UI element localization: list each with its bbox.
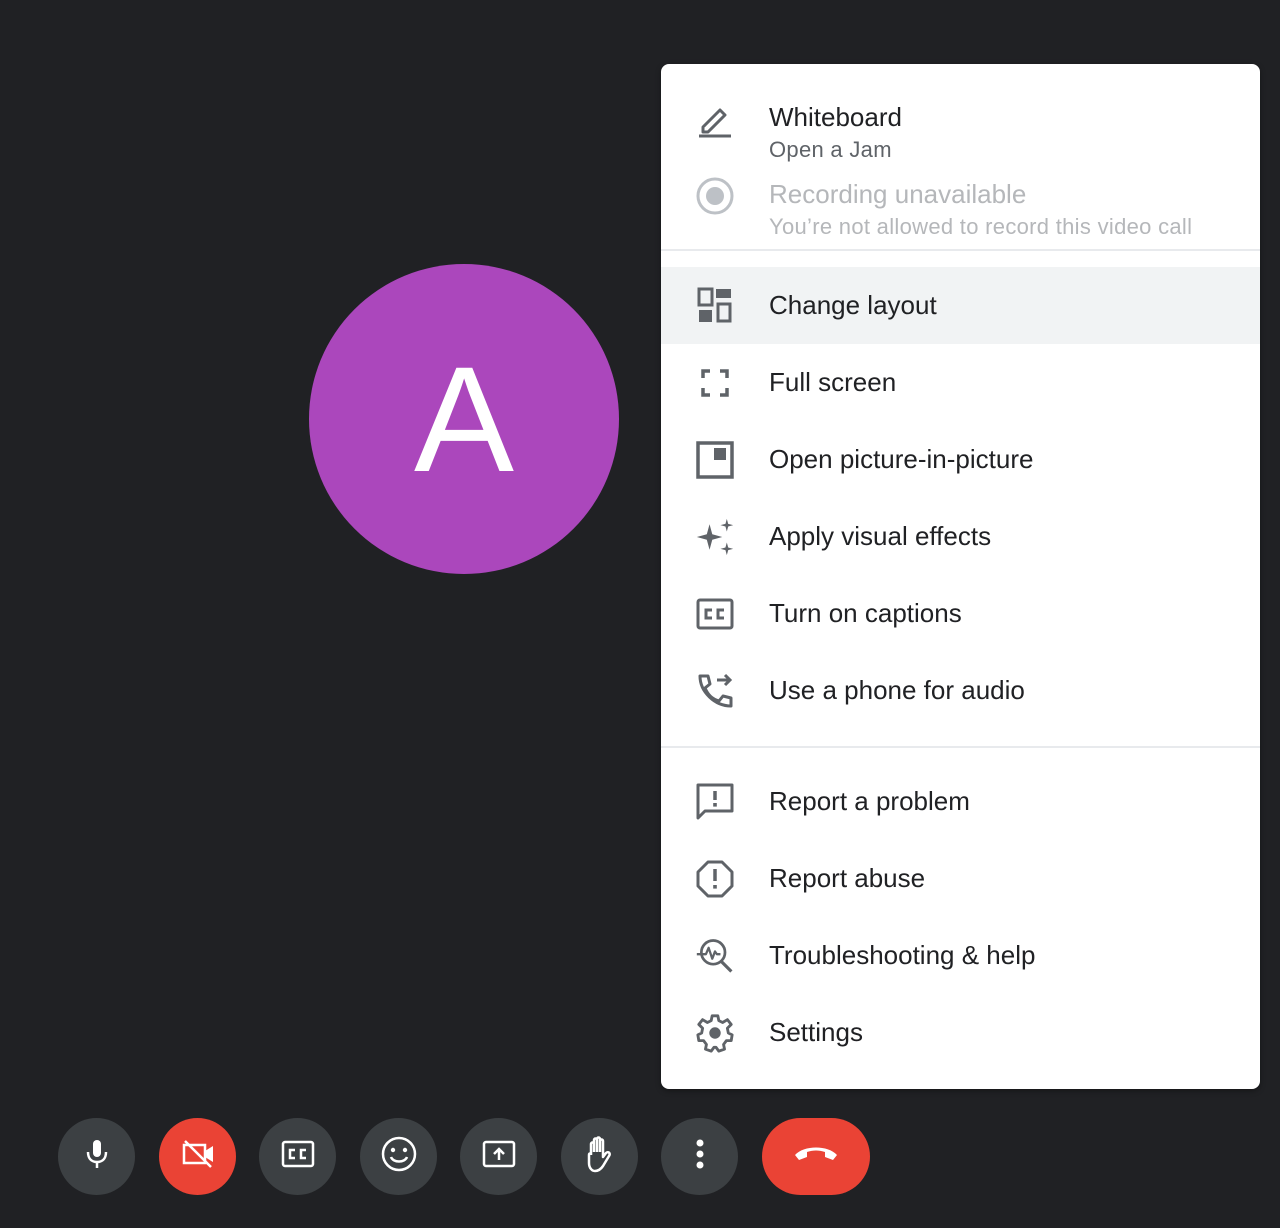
picture-in-picture-icon <box>695 440 735 480</box>
microphone-button[interactable] <box>58 1118 135 1195</box>
hand-icon <box>581 1135 619 1178</box>
present-screen-button[interactable] <box>460 1118 537 1195</box>
pen-icon <box>695 99 735 139</box>
report-icon <box>695 859 735 899</box>
gear-icon <box>695 1013 735 1053</box>
menu-item-whiteboard[interactable]: Whiteboard Open a Jam <box>661 80 1260 162</box>
raise-hand-button[interactable] <box>561 1118 638 1195</box>
menu-item-label: Apply visual effects <box>769 521 992 551</box>
meeting-stage: A Whiteboard Open a Jam Recording unavai <box>0 0 1280 1228</box>
feedback-icon <box>695 782 735 822</box>
mic-icon <box>80 1137 114 1176</box>
menu-item-visual-effects[interactable]: Apply visual effects <box>661 498 1260 575</box>
leave-call-button[interactable] <box>762 1118 870 1195</box>
menu-item-label: Change layout <box>769 290 937 320</box>
menu-item-picture-in-picture[interactable]: Open picture-in-picture <box>661 421 1260 498</box>
captions-button[interactable] <box>259 1118 336 1195</box>
troubleshoot-icon <box>695 936 735 976</box>
emoji-icon <box>380 1135 418 1178</box>
menu-item-captions[interactable]: Turn on captions <box>661 575 1260 652</box>
camera-off-icon <box>180 1136 216 1177</box>
menu-item-label: Report abuse <box>769 863 926 893</box>
more-options-button[interactable] <box>661 1118 738 1195</box>
menu-item-label: Full screen <box>769 367 897 397</box>
recording-title: Recording unavailable <box>769 179 1027 209</box>
captions-icon <box>280 1136 316 1177</box>
menu-item-label: Open picture-in-picture <box>769 444 1034 474</box>
participant-avatar: A <box>309 264 619 574</box>
whiteboard-title: Whiteboard <box>769 102 902 132</box>
present-screen-icon <box>481 1136 517 1177</box>
menu-item-label: Troubleshooting & help <box>769 940 1036 970</box>
record-icon <box>695 176 735 216</box>
phone-forward-icon <box>695 671 735 711</box>
more-options-menu: Whiteboard Open a Jam Recording unavaila… <box>661 64 1260 1089</box>
avatar-initial: A <box>413 335 515 503</box>
menu-item-report-problem[interactable]: Report a problem <box>661 763 1260 840</box>
menu-item-settings[interactable]: Settings <box>661 994 1260 1071</box>
camera-toggle-button[interactable] <box>159 1118 236 1195</box>
layout-icon <box>695 286 735 326</box>
menu-item-label: Settings <box>769 1017 863 1047</box>
menu-item-change-layout[interactable]: Change layout <box>661 267 1260 344</box>
fullscreen-icon <box>695 363 735 403</box>
captions-icon <box>695 594 735 634</box>
hangup-icon <box>792 1142 840 1171</box>
menu-item-label: Use a phone for audio <box>769 675 1025 705</box>
menu-item-report-abuse[interactable]: Report abuse <box>661 840 1260 917</box>
menu-divider <box>661 249 1260 251</box>
sparkle-icon <box>695 517 735 557</box>
menu-divider <box>661 746 1260 748</box>
menu-item-label: Report a problem <box>769 786 970 816</box>
menu-item-recording: Recording unavailable You’re not allowed… <box>661 157 1260 239</box>
menu-item-full-screen[interactable]: Full screen <box>661 344 1260 421</box>
reactions-button[interactable] <box>360 1118 437 1195</box>
more-vert-icon <box>695 1136 705 1177</box>
menu-item-troubleshooting[interactable]: Troubleshooting & help <box>661 917 1260 994</box>
menu-item-label: Turn on captions <box>769 598 962 628</box>
menu-item-phone-audio[interactable]: Use a phone for audio <box>661 652 1260 729</box>
recording-subtitle: You’re not allowed to record this video … <box>769 214 1193 239</box>
